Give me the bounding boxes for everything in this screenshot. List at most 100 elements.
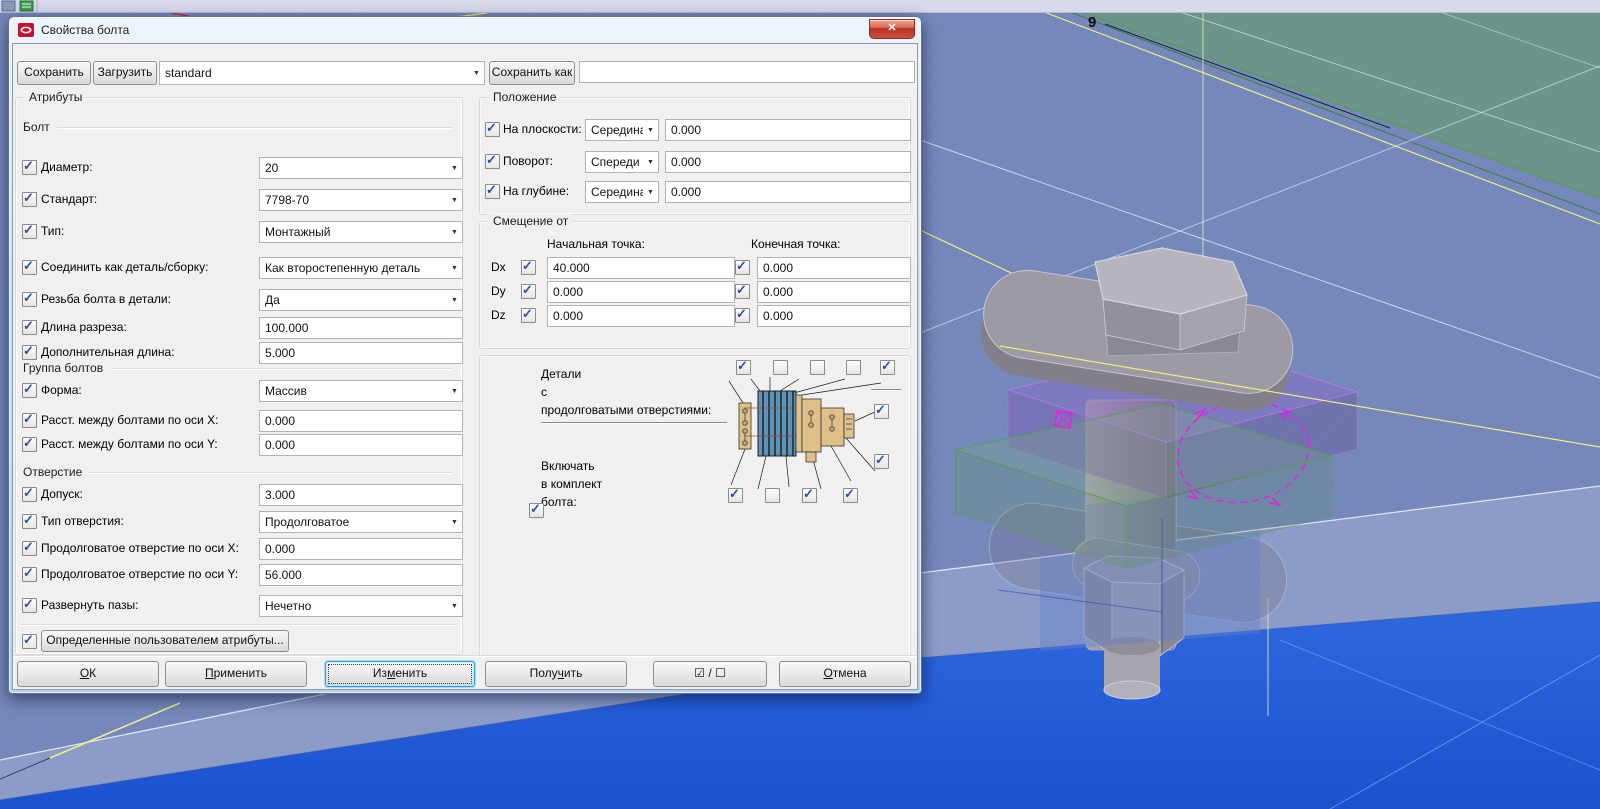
include-washer-bottom-checkbox[interactable] <box>874 454 889 469</box>
dx-start-input[interactable]: 40.000 <box>547 257 735 279</box>
slotted-part-5-checkbox[interactable] <box>880 360 895 375</box>
connect-as-combo[interactable]: Как второстепенную деталь▼ <box>259 257 463 279</box>
hole-type-checkbox[interactable] <box>22 514 37 529</box>
tekla-logo-icon <box>18 22 34 38</box>
dx-start-checkbox[interactable] <box>521 260 536 275</box>
include-nut-1-checkbox[interactable] <box>802 488 817 503</box>
rotation-label: Поворот: <box>503 154 553 168</box>
slotted-hole-x-checkbox[interactable] <box>22 541 37 556</box>
slotted-part-2-checkbox[interactable] <box>773 360 788 375</box>
bolt-dist-y-input[interactable]: 0.000 <box>259 434 463 456</box>
toggle-all-checkboxes-button[interactable]: ☑ / ☐ <box>653 661 767 687</box>
include-nut-2-checkbox[interactable] <box>843 488 858 503</box>
slotted-part-4-checkbox[interactable] <box>846 360 861 375</box>
bolt-dist-y-checkbox[interactable] <box>22 437 37 452</box>
save-as-input[interactable] <box>579 61 915 83</box>
shape-label: Форма: <box>41 383 82 397</box>
include-bolt-checkbox[interactable] <box>728 488 743 503</box>
dz-start-input[interactable]: 0.000 <box>547 305 735 327</box>
slotted-hole-y-input[interactable]: 56.000 <box>259 564 463 586</box>
tolerance-checkbox[interactable] <box>22 487 37 502</box>
hole-type-label: Тип отверстия: <box>41 514 124 528</box>
dz-end-input[interactable]: 0.000 <box>757 305 911 327</box>
cut-length-label: Длина разреза: <box>41 320 127 334</box>
chevron-down-icon: ▼ <box>447 603 462 610</box>
slotted-parts-label-line2: с <box>541 385 547 399</box>
rotate-slots-checkbox[interactable] <box>22 598 37 613</box>
tolerance-label: Допуск: <box>41 487 83 501</box>
at-depth-input[interactable]: 0.000 <box>665 181 911 203</box>
include-label-line2: в комплект <box>541 477 602 491</box>
apply-button[interactable]: Применить <box>165 661 307 687</box>
shape-checkbox[interactable] <box>22 383 37 398</box>
bolt-type-combo[interactable]: Монтажный▼ <box>259 221 463 243</box>
slotted-parts-underline <box>541 422 727 423</box>
save-button[interactable]: Сохранить <box>17 61 91 85</box>
rotation-input[interactable]: 0.000 <box>665 151 911 173</box>
standard-checkbox[interactable] <box>22 192 37 207</box>
save-as-button[interactable]: Сохранить как <box>489 61 575 85</box>
at-depth-select[interactable]: Середина▼ <box>585 181 659 203</box>
on-plane-checkbox[interactable] <box>485 122 500 137</box>
uda-checkbox[interactable] <box>22 634 37 649</box>
at-depth-checkbox[interactable] <box>485 184 500 199</box>
include-washer-top-checkbox[interactable] <box>874 404 889 419</box>
slotted-hole-y-checkbox[interactable] <box>22 567 37 582</box>
on-plane-select[interactable]: Середина▼ <box>585 119 659 141</box>
chevron-down-icon: ▼ <box>643 159 658 166</box>
close-button[interactable]: ✕ <box>869 19 915 39</box>
cut-length-input[interactable]: 100.000 <box>259 317 463 339</box>
bolt-type-checkbox[interactable] <box>22 224 37 239</box>
shape-combo[interactable]: Массив▼ <box>259 380 463 402</box>
on-plane-input[interactable]: 0.000 <box>665 119 911 141</box>
dialog-titlebar[interactable]: Свойства болта ✕ <box>9 17 921 43</box>
cut-length-checkbox[interactable] <box>22 320 37 335</box>
tolerance-input[interactable]: 3.000 <box>259 484 463 506</box>
cancel-button[interactable]: Отмена <box>779 661 911 687</box>
phase-icon[interactable] <box>20 1 33 11</box>
dx-end-checkbox[interactable] <box>735 260 750 275</box>
modify-button[interactable]: Изменить <box>325 661 475 687</box>
bolt-dist-x-checkbox[interactable] <box>22 413 37 428</box>
dz-label: Dz <box>491 308 506 322</box>
thread-in-material-checkbox[interactable] <box>22 292 37 307</box>
standard-combo[interactable]: 7798-70▼ <box>259 189 463 211</box>
extra-length-checkbox[interactable] <box>22 345 37 360</box>
slotted-hole-x-input[interactable]: 0.000 <box>259 538 463 560</box>
dy-start-checkbox[interactable] <box>521 284 536 299</box>
dy-start-input[interactable]: 0.000 <box>547 281 735 303</box>
model-view-icon[interactable] <box>2 1 15 11</box>
uda-button[interactable]: Определенные пользователем атрибуты... <box>41 630 289 652</box>
dy-end-input[interactable]: 0.000 <box>757 281 911 303</box>
rotation-select[interactable]: Спереди▼ <box>585 151 659 173</box>
dz-end-checkbox[interactable] <box>735 308 750 323</box>
load-button[interactable]: Загрузить <box>93 61 157 85</box>
connect-as-checkbox[interactable] <box>22 260 37 275</box>
rotation-checkbox[interactable] <box>485 154 500 169</box>
chevron-down-icon: ▼ <box>447 265 462 272</box>
dx-end-input[interactable]: 0.000 <box>757 257 911 279</box>
diameter-combo[interactable]: 20▼ <box>259 157 463 179</box>
dz-start-checkbox[interactable] <box>521 308 536 323</box>
thread-in-material-combo[interactable]: Да▼ <box>259 289 463 311</box>
include-washer-mid-checkbox[interactable] <box>765 488 780 503</box>
rotate-slots-combo[interactable]: Нечетно▼ <box>259 595 463 617</box>
bolt-dist-x-label: Расст. между болтами по оси X: <box>41 413 218 427</box>
diameter-checkbox[interactable] <box>22 160 37 175</box>
profile-combo[interactable]: standard ▼ <box>159 61 485 85</box>
hole-type-combo[interactable]: Продолговатое▼ <box>259 511 463 533</box>
get-button[interactable]: Получить <box>485 661 627 687</box>
bolt-dist-x-input[interactable]: 0.000 <box>259 410 463 432</box>
slotted-part-1-checkbox[interactable] <box>736 360 751 375</box>
right-checks-separator <box>871 389 901 390</box>
rotate-slots-label: Развернуть пазы: <box>41 598 138 612</box>
start-point-header: Начальная точка: <box>547 237 645 251</box>
dy-end-checkbox[interactable] <box>735 284 750 299</box>
ok-button[interactable]: ОК <box>17 661 159 687</box>
bolt-set-master-checkbox[interactable] <box>529 503 544 518</box>
chevron-down-icon: ▼ <box>447 388 462 395</box>
slotted-part-3-checkbox[interactable] <box>810 360 825 375</box>
standard-label: Стандарт: <box>41 192 97 206</box>
uda-separator <box>21 624 455 625</box>
chevron-down-icon: ▼ <box>447 165 462 172</box>
